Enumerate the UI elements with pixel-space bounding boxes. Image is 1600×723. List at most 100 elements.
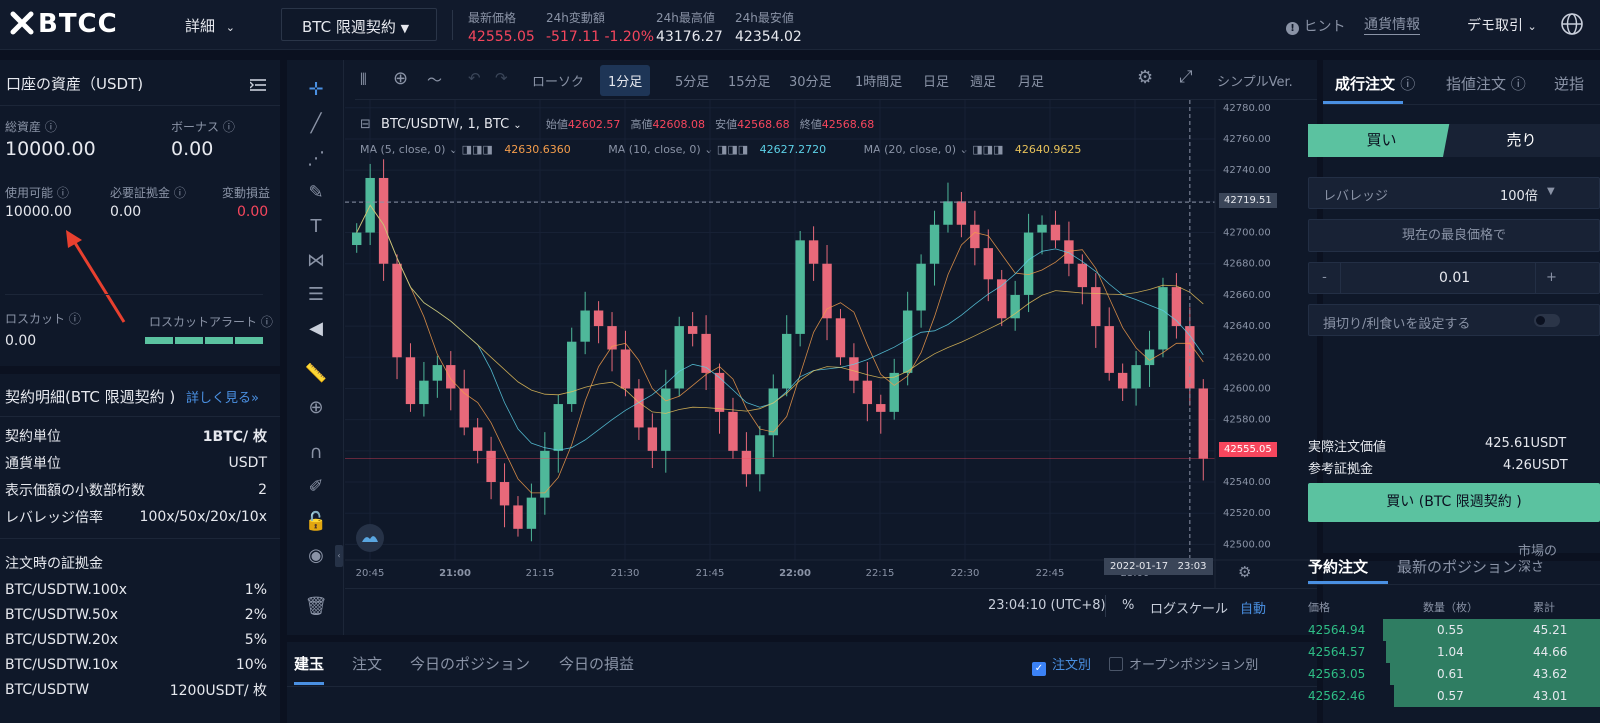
help-icon[interactable]: ⓘ — [1511, 75, 1526, 93]
candle-body — [714, 372, 725, 412]
margin-value: 5% — [244, 631, 267, 648]
order-panel: 成行注文 ⓘ 指値注文 ⓘ 逆指 買い 売り レバレッジ 100倍 ▼ 現在の最… — [1308, 60, 1600, 553]
hint-link[interactable]: ! ヒント — [1286, 16, 1345, 36]
lock-drawing-icon[interactable]: ✐ — [304, 475, 328, 499]
help-icon[interactable]: ⓘ — [69, 312, 81, 326]
crosshair-icon[interactable]: ✛ — [304, 78, 328, 102]
margin-row: BTC/USDTW.100x 1% — [5, 577, 267, 602]
candle-body — [755, 435, 765, 475]
tab-positions[interactable]: 建玉 — [294, 653, 324, 674]
candle-body — [405, 357, 416, 405]
tab-orders[interactable]: 注文 — [352, 653, 382, 674]
globe-icon[interactable] — [1560, 12, 1584, 40]
see-more-link[interactable]: 詳しく見る» — [186, 387, 259, 406]
row-qty: 0.61 — [1437, 667, 1464, 681]
orderbook-row[interactable]: 42562.46 0.57 43.01 — [1308, 685, 1600, 707]
y-tick-label: 42680.00 — [1223, 259, 1271, 270]
eye-icon[interactable]: ◉ — [304, 544, 328, 568]
help-icon[interactable]: ⓘ — [1400, 75, 1415, 93]
redo-icon[interactable]: ↷ — [495, 69, 508, 87]
spec-value: 2 — [258, 481, 267, 498]
tab-market-order[interactable]: 成行注文 ⓘ — [1335, 73, 1415, 94]
zoom-in-icon[interactable]: ⊕ — [304, 396, 328, 420]
tf-5m[interactable]: 5分足 — [675, 71, 709, 90]
tab-today-positions[interactable]: 今日のポジション — [410, 653, 530, 674]
fullscreen-icon[interactable]: ⤢ — [1179, 67, 1193, 87]
price-chart[interactable]: 42500.0042520.0042540.0042560.0042580.00… — [345, 100, 1317, 595]
x-tick-label: 22:45 — [1036, 568, 1065, 579]
tab-today-pnl[interactable]: 今日の損益 — [559, 653, 634, 674]
log-scale-toggle[interactable]: ログスケール — [1150, 598, 1228, 617]
candles-icon[interactable]: ⫴ — [360, 70, 367, 90]
list-menu-icon[interactable] — [249, 78, 266, 96]
auto-scale-toggle[interactable]: 自動 — [1240, 598, 1266, 617]
detail-menu[interactable]: 詳細 ⌄ — [185, 15, 235, 36]
ruler-icon[interactable]: 📏 — [304, 362, 328, 386]
orderbook-row[interactable]: 42564.57 1.04 44.66 — [1308, 641, 1600, 663]
leverage-label: レバレッジ — [1323, 189, 1389, 204]
simple-version-toggle[interactable]: シンプルVer. — [1217, 71, 1293, 90]
help-icon[interactable]: ⓘ — [57, 186, 69, 200]
tf-30m[interactable]: 30分足 — [789, 71, 832, 90]
tab-latest-positions[interactable]: 最新のポジション — [1397, 556, 1517, 577]
qty-plus-button[interactable]: + — [1535, 263, 1567, 293]
settings-gear-icon[interactable]: ⚙ — [1137, 67, 1153, 88]
candle-body — [1104, 326, 1114, 373]
open-positions-checkbox[interactable]: オープンポジション別 — [1109, 654, 1258, 673]
orderbook-row[interactable]: 42563.05 0.61 43.62 — [1308, 663, 1600, 685]
tf-1m[interactable]: 1分足 — [600, 65, 651, 96]
open-positions-label: オープンポジション別 — [1129, 658, 1259, 673]
prediction-tool-icon[interactable]: ☰ — [304, 283, 328, 307]
stat-label: 最新価格 — [468, 11, 517, 25]
help-icon[interactable]: ⓘ — [223, 120, 235, 134]
chart-brand-icon[interactable] — [356, 524, 384, 552]
btcc-logo[interactable]: BTCC — [10, 9, 118, 39]
tf-15m[interactable]: 15分足 — [728, 71, 771, 90]
add-indicator-icon[interactable]: ⊕ — [393, 68, 408, 89]
tab-stop-order[interactable]: 逆指 — [1554, 73, 1584, 94]
help-icon[interactable]: ⓘ — [261, 315, 273, 329]
lock-icon[interactable]: 🔓 — [304, 510, 328, 534]
trend-line-icon[interactable]: ╱ — [304, 112, 328, 136]
trash-icon[interactable]: 🗑 — [304, 595, 328, 619]
text-tool-icon[interactable]: T — [304, 215, 328, 239]
spec-label: 契約単位 — [5, 428, 61, 445]
tab-reserved-orders[interactable]: 予約注文 — [1308, 556, 1368, 577]
undo-icon[interactable]: ↶ — [468, 69, 481, 87]
currency-info-link[interactable]: 通貨情報 — [1364, 14, 1420, 35]
tab-limit-order[interactable]: 指値注文 ⓘ — [1446, 73, 1526, 94]
pattern-tool-icon[interactable]: ⋈ — [304, 249, 328, 273]
tf-1mo[interactable]: 月足 — [1018, 71, 1044, 90]
by-order-checkbox[interactable]: ✓ 注文別 — [1032, 654, 1091, 676]
qty-value[interactable]: 0.01 — [1439, 270, 1470, 286]
orderbook-row[interactable]: 42564.94 0.55 45.21 — [1308, 619, 1600, 641]
percent-toggle[interactable]: % — [1122, 598, 1134, 613]
tab-market-depth[interactable]: 市場の深さ — [1518, 544, 1568, 576]
help-icon[interactable]: ⓘ — [174, 186, 186, 200]
leverage-select[interactable]: レバレッジ 100倍 ▼ — [1308, 177, 1600, 209]
chart-type-candle[interactable]: ローソク — [532, 71, 584, 90]
losscut-label-text: ロスカット — [5, 312, 66, 326]
magnet-icon[interactable]: ∩ — [304, 441, 328, 465]
tp-sl-toggle[interactable] — [1534, 314, 1560, 327]
sell-tab[interactable]: 売り — [1443, 124, 1600, 157]
tf-1w[interactable]: 週足 — [970, 71, 996, 90]
candle-body — [580, 310, 590, 342]
help-icon[interactable]: ⓘ — [45, 120, 57, 134]
best-price-field[interactable]: 現在の最良価格で — [1308, 219, 1600, 252]
place-buy-order-button[interactable]: 買い (BTC 限週契約 ) — [1308, 483, 1600, 522]
tf-1d[interactable]: 日足 — [923, 71, 949, 90]
fib-tool-icon[interactable]: ⋰ — [304, 147, 328, 171]
chart-settings-icon[interactable]: ⚙ — [1238, 563, 1251, 581]
buy-tab[interactable]: 買い — [1308, 124, 1455, 157]
demo-trade-menu[interactable]: デモ取引 ⌄ — [1467, 15, 1537, 35]
brush-icon[interactable]: ✎ — [304, 181, 328, 205]
collapse-toolbar-handle[interactable]: ‹ — [335, 545, 343, 567]
qty-minus-button[interactable]: - — [1309, 263, 1341, 293]
pair-select[interactable]: BTC 限週契約 ▼ — [281, 8, 437, 41]
arrow-left-icon[interactable]: ◀ — [304, 317, 328, 341]
candle-body — [862, 380, 873, 405]
losscut-alert-label: ロスカットアラート ⓘ — [149, 313, 273, 330]
compare-icon[interactable]: 〜 — [427, 69, 442, 90]
tf-1h[interactable]: 1時間足 — [855, 71, 902, 90]
